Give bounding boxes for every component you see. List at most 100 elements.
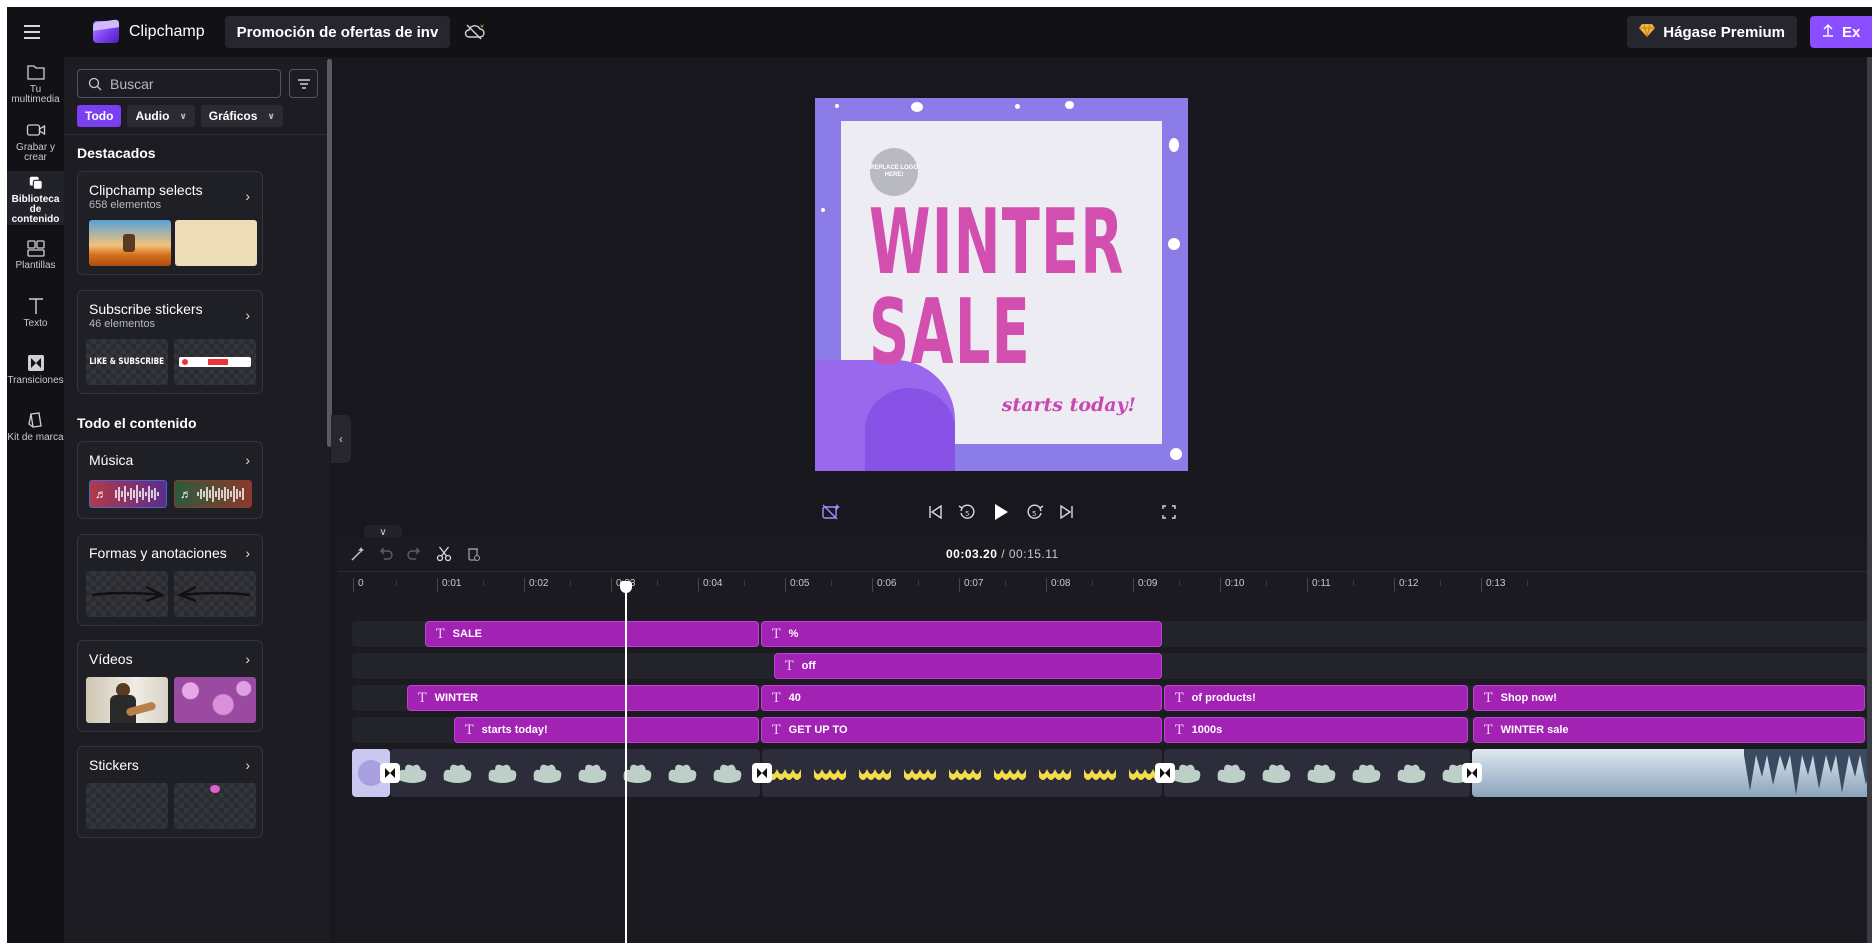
transition-icon[interactable]	[1155, 763, 1175, 783]
text-clip-sale[interactable]: T SALE	[425, 621, 759, 647]
cloud-sync-off-icon[interactable]	[462, 19, 488, 45]
guitar-video-thumbnail[interactable]	[86, 677, 168, 723]
magic-edit-icon[interactable]	[818, 499, 844, 525]
text-clip-40[interactable]: T 40	[761, 685, 1162, 711]
magic-wand-icon[interactable]	[349, 545, 367, 563]
rewind-5-icon[interactable]: 5	[954, 499, 980, 525]
playhead[interactable]	[625, 583, 627, 943]
text-clip-off[interactable]: Toff	[774, 653, 1162, 679]
media-clip-snow-leaves-2[interactable]	[1164, 749, 1470, 797]
text-clip-1000s[interactable]: T 1000s	[1164, 717, 1468, 743]
text-clip-winter-sale[interactable]: T WINTER sale	[1473, 717, 1865, 743]
leaf-frame	[435, 749, 480, 797]
rail-item-transiciones[interactable]: Transiciones	[7, 354, 64, 406]
card-subscribe-stickers[interactable]: Subscribe stickers 46 elementos › LIKE &…	[77, 290, 263, 394]
card-formas-y-anotaciones[interactable]: Formas y anotaciones ›	[77, 534, 263, 626]
sticker-thumbnail-1[interactable]	[86, 783, 168, 829]
divider	[64, 134, 330, 135]
card-musica[interactable]: Música › ♬ ♬	[77, 441, 263, 519]
shape-frame	[807, 749, 852, 797]
skip-back-icon[interactable]	[922, 499, 948, 525]
beige-thumbnail[interactable]	[175, 220, 257, 266]
leaf-frame	[570, 749, 615, 797]
chip-audio[interactable]: Audio ∨	[127, 105, 195, 127]
leaf-frame	[1389, 749, 1434, 797]
time-ruler[interactable]: 0 0:01 0:02 0:03 0:04 0:05 0:06 0:07 0:0…	[337, 571, 1872, 601]
music-thumbnail-1[interactable]: ♬	[89, 480, 167, 508]
chip-todo[interactable]: Todo	[77, 105, 122, 127]
filter-button[interactable]	[289, 69, 318, 98]
rail-item-plantillas[interactable]: Plantillas	[7, 239, 64, 291]
rail-item-kit-de-marca[interactable]: Kit de marca	[7, 411, 64, 463]
menu-icon[interactable]	[7, 7, 57, 57]
snow-dot	[1169, 138, 1179, 152]
chevron-right-icon: ›	[245, 452, 250, 468]
arrow-left-thumbnail[interactable]	[174, 571, 256, 617]
playhead-handle[interactable]	[620, 581, 632, 593]
export-button[interactable]: Ex	[1810, 16, 1872, 48]
text-icon: T	[465, 722, 474, 738]
skip-forward-icon[interactable]	[1054, 499, 1080, 525]
redo-icon[interactable]	[405, 545, 423, 563]
play-icon[interactable]	[988, 499, 1014, 525]
arrow-right-thumbnail[interactable]	[86, 571, 168, 617]
text-clip-winter[interactable]: T WINTER	[407, 685, 759, 711]
leaf-frame	[1254, 749, 1299, 797]
clip-label: starts today!	[481, 724, 548, 736]
text-icon: T	[1484, 722, 1493, 738]
current-time: 00:03.20	[946, 547, 998, 561]
chip-graficos[interactable]: Gráficos ∨	[200, 105, 283, 127]
transition-icon[interactable]	[1462, 763, 1482, 783]
sticker-thumbnail-2[interactable]	[174, 783, 256, 829]
search-box[interactable]	[77, 69, 281, 98]
arrow-right-icon	[91, 585, 166, 603]
media-clip-snow-leaves-1[interactable]	[390, 749, 760, 797]
rail-item-texto[interactable]: Texto	[7, 297, 64, 349]
clip-label: 1000s	[1191, 724, 1223, 736]
headline-sale: SALE	[869, 280, 1032, 385]
project-title[interactable]: Promoción de ofertas de inv	[224, 16, 451, 48]
text-clip-percent[interactable]: T%	[761, 621, 1162, 647]
premium-button[interactable]: Hágase Premium	[1627, 16, 1797, 48]
transition-icon[interactable]	[380, 763, 400, 783]
search-input[interactable]	[110, 75, 260, 92]
flowers-video-thumbnail[interactable]	[174, 677, 256, 723]
right-scrollbar[interactable]	[1867, 57, 1872, 943]
rail-item-grabar-y-crear[interactable]: Grabar y crear	[7, 121, 64, 173]
text-clip-of-products[interactable]: Tof products!	[1164, 685, 1468, 711]
search-icon	[88, 77, 102, 90]
panel-scrollbar[interactable]	[327, 59, 332, 447]
card-stickers[interactable]: Stickers ›	[77, 746, 263, 838]
snow-dot	[911, 102, 923, 112]
scissors-icon[interactable]	[435, 545, 453, 563]
export-label: Ex	[1842, 23, 1861, 41]
media-clip-icicles[interactable]	[1472, 749, 1872, 797]
text-clip-get-up-to[interactable]: T GET UP TO	[761, 717, 1162, 743]
rail-label: Plantillas	[15, 260, 56, 271]
upload-icon	[1822, 23, 1834, 41]
card-clipchamp-selects[interactable]: Clipchamp selects 658 elementos ›	[77, 171, 263, 275]
ruler-minor-tick	[1353, 580, 1354, 586]
undo-icon[interactable]	[377, 545, 395, 563]
rail-label: Grabar y crear	[16, 142, 55, 163]
text-clip-shop-now[interactable]: T Shop now!	[1473, 685, 1865, 711]
subscribe-bar-thumbnail[interactable]	[174, 339, 256, 385]
snow-dot	[1168, 238, 1180, 250]
ruler-minor-tick	[918, 580, 919, 586]
transition-icon[interactable]	[752, 763, 772, 783]
like-subscribe-thumbnail[interactable]: LIKE & SUBSCRIBE	[86, 339, 168, 385]
desert-thumbnail[interactable]	[89, 220, 171, 266]
rail-item-tu-multimedia[interactable]: Tu multimedia	[7, 63, 64, 115]
text-clip-starts-today[interactable]: Tstarts today!	[454, 717, 759, 743]
collapse-panel-button[interactable]: ‹	[331, 415, 351, 463]
music-thumbnail-2[interactable]: ♬	[174, 480, 252, 508]
card-videos[interactable]: Vídeos ›	[77, 640, 263, 732]
media-clip-yellow-shapes[interactable]	[762, 749, 1162, 797]
fullscreen-icon[interactable]	[1156, 499, 1182, 525]
video-canvas[interactable]: REPLACE LOGO HERE! WINTER SALE starts to…	[815, 98, 1188, 471]
rail-item-biblioteca[interactable]: Biblioteca de contenido	[7, 171, 64, 225]
delete-icon[interactable]	[465, 545, 483, 563]
forward-5-icon[interactable]: 5	[1022, 499, 1048, 525]
arrow-left-icon	[176, 585, 251, 603]
ruler-minor-tick	[570, 580, 571, 586]
